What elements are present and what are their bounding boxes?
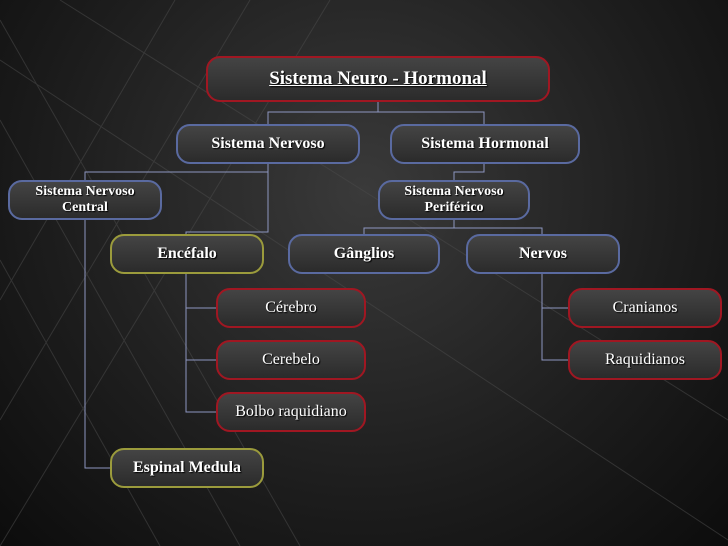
node-cerebro: Cérebro	[216, 288, 366, 328]
node-label: Encéfalo	[157, 244, 217, 262]
node-label: Cranianos	[612, 298, 678, 316]
node-label: Gânglios	[333, 244, 395, 262]
node-encefalo: Encéfalo	[110, 234, 264, 274]
node-label: Cerebelo	[262, 350, 320, 368]
node-label: Bolbo raquidiano	[235, 402, 347, 420]
node-raquidianos: Raquidianos	[568, 340, 722, 380]
node-label: Sistema Nervoso Periférico	[404, 183, 504, 215]
node-label: Sistema Nervoso Central	[35, 183, 135, 215]
node-label: Espinal Medula	[132, 458, 242, 476]
node-label: Sistema Neuro - Hormonal	[269, 68, 487, 90]
node-label: Sistema Nervoso	[211, 134, 325, 152]
node-bolbo-raquidiano: Bolbo raquidiano	[216, 392, 366, 432]
node-espinal-medula: Espinal Medula	[110, 448, 264, 488]
node-nervos: Nervos	[466, 234, 620, 274]
node-cerebelo: Cerebelo	[216, 340, 366, 380]
node-sistema-nervoso-central: Sistema Nervoso Central	[8, 180, 162, 220]
node-sistema-neuro-hormonal: Sistema Neuro - Hormonal	[206, 56, 550, 102]
node-sistema-hormonal: Sistema Hormonal	[390, 124, 580, 164]
node-label: Cérebro	[265, 298, 317, 316]
node-sistema-nervoso: Sistema Nervoso	[176, 124, 360, 164]
node-label: Nervos	[519, 244, 567, 262]
node-label: Sistema Hormonal	[421, 134, 549, 152]
node-ganglios: Gânglios	[288, 234, 440, 274]
node-label: Raquidianos	[605, 350, 685, 368]
node-cranianos: Cranianos	[568, 288, 722, 328]
node-sistema-nervoso-periferico: Sistema Nervoso Periférico	[378, 180, 530, 220]
